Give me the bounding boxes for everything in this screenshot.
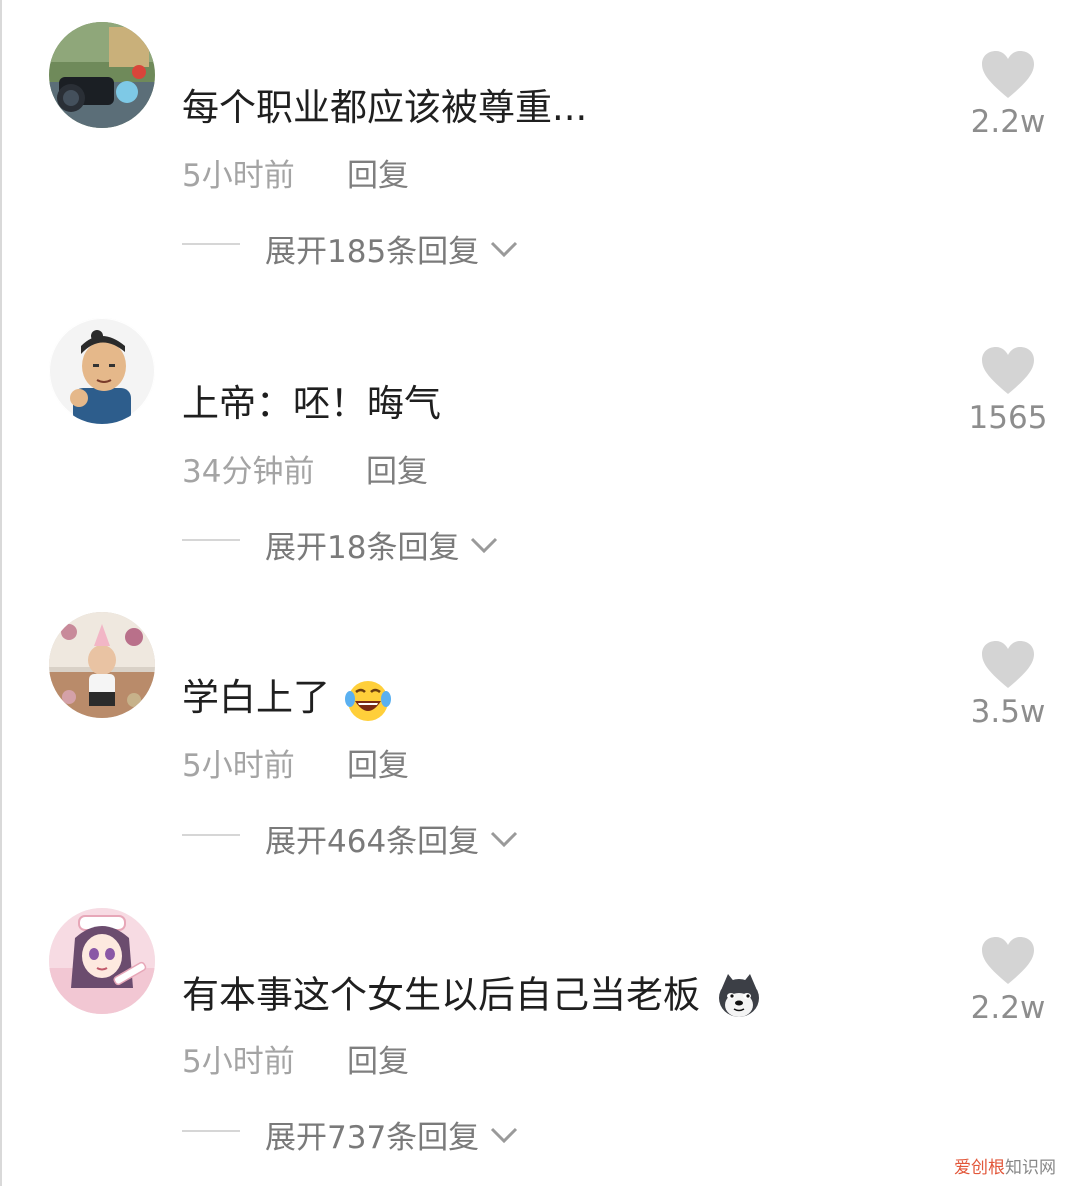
- heart-icon: [982, 347, 1034, 394]
- like-count: 1565: [968, 400, 1048, 436]
- like-button[interactable]: 2.2w: [968, 50, 1048, 140]
- watermark-site: 知识网: [1005, 1158, 1056, 1178]
- comment-time: 5小时前: [182, 1044, 295, 1080]
- expand-replies-label: 展开737条回复: [265, 1120, 480, 1156]
- divider-dash: [182, 1130, 240, 1132]
- anime-nurse-avatar-icon[interactable]: [49, 908, 155, 1014]
- like-count: 2.2w: [970, 990, 1046, 1026]
- reply-button[interactable]: 回复: [347, 740, 409, 785]
- like-count: 3.5w: [970, 694, 1046, 730]
- comment-list: 每个职业都应该被尊重... 5小时前 回复 展开185条回复 2.2w 上帝：呸…: [0, 0, 1080, 1186]
- comment-time: 5小时前: [182, 158, 295, 194]
- expand-replies-button[interactable]: 展开18条回复: [265, 522, 499, 567]
- camera-avatar-icon[interactable]: [49, 22, 155, 128]
- chevron-down-icon: [491, 1127, 518, 1143]
- reply-button[interactable]: 回复: [347, 1036, 409, 1081]
- comment-text-content: 上帝：呸！晦气: [182, 382, 441, 425]
- comment-item: 上帝：呸！晦气 34分钟前 回复 展开18条回复 1565: [0, 296, 1080, 592]
- chevron-down-icon: [491, 831, 518, 847]
- comment-text-content: 学白上了: [182, 676, 330, 719]
- child-photo-avatar-icon[interactable]: [49, 612, 155, 718]
- doge-emoji-icon: [718, 974, 759, 1017]
- comment-item: 有本事这个女生以后自己当老板 5小时前 回复 展开737条回复 2.2w: [0, 888, 1080, 1184]
- expand-replies-label: 展开18条回复: [265, 530, 460, 566]
- comment-item: 每个职业都应该被尊重... 5小时前 回复 展开185条回复 2.2w: [0, 0, 1080, 296]
- heart-icon: [982, 51, 1034, 98]
- watermark-brand: 爱创根: [954, 1158, 1005, 1178]
- chevron-down-icon: [471, 537, 498, 553]
- comment-text-content: 每个职业都应该被尊重...: [182, 86, 588, 129]
- divider-dash: [182, 539, 240, 541]
- reply-button[interactable]: 回复: [347, 150, 409, 195]
- comment-time: 5小时前: [182, 748, 295, 784]
- reply-button[interactable]: 回复: [366, 446, 428, 491]
- like-button[interactable]: 1565: [968, 346, 1048, 436]
- comment-time: 34分钟前: [182, 454, 315, 490]
- expand-replies-button[interactable]: 展开185条回复: [265, 226, 519, 271]
- divider-dash: [182, 834, 240, 836]
- chevron-down-icon: [491, 241, 518, 257]
- heart-icon: [982, 937, 1034, 984]
- laughing-tears-emoji-icon: [344, 680, 391, 721]
- expand-replies-button[interactable]: 展开737条回复: [265, 1112, 519, 1157]
- like-count: 2.2w: [970, 104, 1046, 140]
- expand-replies-label: 展开185条回复: [265, 234, 480, 270]
- comment-text: 学白上了: [182, 676, 392, 723]
- comment-text: 有本事这个女生以后自己当老板: [182, 972, 764, 1022]
- like-button[interactable]: 2.2w: [968, 936, 1048, 1026]
- watermark: 爱创根知识网: [954, 1153, 1056, 1178]
- comment-text: 每个职业都应该被尊重...: [182, 86, 587, 130]
- heart-icon: [982, 641, 1034, 688]
- comment-text-content: 有本事这个女生以后自己当老板: [182, 973, 700, 1017]
- cartoon-man-avatar-icon[interactable]: [49, 318, 155, 424]
- comment-text: 上帝：呸！晦气: [182, 382, 441, 426]
- expand-replies-button[interactable]: 展开464条回复: [265, 816, 519, 861]
- divider-dash: [182, 243, 240, 245]
- like-button[interactable]: 3.5w: [968, 640, 1048, 730]
- comment-item: 学白上了 5小时前 回复 展开464条回复 3.5w: [0, 592, 1080, 888]
- expand-replies-label: 展开464条回复: [265, 824, 480, 860]
